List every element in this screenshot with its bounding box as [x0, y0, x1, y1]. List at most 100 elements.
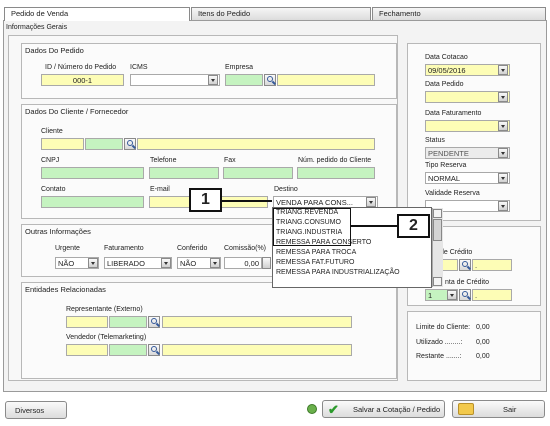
destino-dropdown-button[interactable] [366, 197, 376, 207]
icms-dropdown-button[interactable] [208, 75, 218, 85]
scroll-thumb[interactable] [433, 219, 442, 241]
contato-label: Contato [41, 186, 66, 193]
scroll-up-button[interactable] [433, 209, 442, 218]
conta-credito-name-field[interactable]: . [472, 289, 512, 301]
comissao-label: Comissão(%) [224, 245, 267, 252]
email-label: E-mail [150, 186, 170, 193]
salvar-label: Salvar a Cotação / Pedido [353, 405, 441, 414]
callout-2-line [351, 225, 397, 227]
tab-fechamento[interactable]: Fechamento [372, 7, 546, 20]
icms-label: ICMS [130, 64, 148, 71]
conta-credito-search-icon[interactable] [459, 289, 471, 301]
info-gerais-label: Informações Gerais [6, 24, 68, 31]
num-pedido-field[interactable] [297, 167, 375, 179]
diversos-label: Diversos [15, 406, 45, 415]
outras-title: Outras Informações [25, 227, 91, 236]
data-pedido-label: Data Pedido [425, 81, 464, 88]
vendedor-code2-field[interactable] [109, 344, 147, 356]
callout-1: 1 [189, 188, 222, 212]
data-pedido-dropdown-button[interactable] [498, 92, 508, 102]
destino-option[interactable]: REMESSA PARA TROCA [273, 248, 431, 258]
urgente-label: Urgente [55, 245, 80, 252]
entidades-section: Entidades Relacionadas [21, 282, 397, 379]
cliente-code2-field[interactable] [85, 138, 123, 150]
conferido-label: Conferido [177, 245, 208, 252]
telefone-field[interactable] [149, 167, 219, 179]
utilizado-label: Utilizado ........: [416, 339, 463, 346]
comissao-spinner[interactable] [262, 257, 271, 269]
callout-2: 2 [397, 214, 430, 238]
validade-dropdown-button[interactable] [498, 201, 508, 211]
empresa-code-field[interactable] [225, 74, 263, 86]
representante-label: Representante (Externo) [66, 306, 143, 313]
vendedor-search-icon[interactable] [148, 344, 160, 356]
id-label: ID / Número do Pedido [45, 64, 117, 71]
telefone-label: Telefone [150, 157, 177, 164]
cliente-label: Cliente [41, 128, 63, 135]
tab-pedido-de-venda[interactable]: Pedido de Venda [4, 7, 190, 21]
vendedor-code-field[interactable] [66, 344, 108, 356]
limite-value: 0,00 [476, 324, 490, 331]
credito-label: de Crédito [440, 249, 473, 256]
representante-search-icon[interactable] [148, 316, 160, 328]
conta-credito-dropdown-button[interactable] [447, 290, 457, 300]
limite-label: Limite do Cliente: [416, 324, 471, 331]
representante-code-field[interactable] [66, 316, 108, 328]
salvar-button[interactable]: ✔ Salvar a Cotação / Pedido [322, 400, 445, 418]
empresa-label: Empresa [225, 64, 254, 71]
num-pedido-label: Núm. pedido do Cliente [298, 157, 372, 164]
credito-name-field[interactable]: . [472, 259, 512, 271]
destino-label: Destino [274, 186, 298, 193]
callout-1-line [222, 200, 272, 202]
sair-button[interactable]: Sair [452, 400, 545, 418]
status-label: Status [425, 137, 445, 144]
empresa-search-icon[interactable] [264, 74, 276, 86]
tipo-reserva-label: Tipo Reserva [425, 162, 467, 169]
cliente-code-field[interactable] [41, 138, 84, 150]
vendedor-name-field[interactable] [162, 344, 352, 356]
data-faturamento-label: Data Faturamento [425, 110, 482, 117]
id-field[interactable]: 000-1 [41, 74, 124, 86]
limite-panel [407, 311, 541, 381]
utilizado-value: 0,00 [476, 339, 490, 346]
comissao-field[interactable]: 0,00 [224, 257, 262, 269]
help-icon[interactable] [307, 404, 317, 414]
entidades-title: Entidades Relacionadas [25, 285, 106, 294]
restante-label: Restante .......: [416, 353, 462, 360]
faturamento-label: Faturamento [104, 245, 144, 252]
sair-label: Sair [503, 405, 517, 414]
faturamento-dropdown-button[interactable] [161, 258, 171, 268]
dados-pedido-title: Dados Do Pedido [25, 46, 84, 55]
cliente-search-icon[interactable] [124, 138, 136, 150]
tab-itens-do-pedido[interactable]: Itens do Pedido [191, 7, 371, 20]
credito-search-icon[interactable] [459, 259, 471, 271]
data-faturamento-dropdown-button[interactable] [498, 121, 508, 131]
fax-label: Fax [224, 157, 236, 164]
tipo-reserva-dropdown-button[interactable] [498, 173, 508, 183]
empresa-name-field[interactable] [277, 74, 375, 86]
cnpj-label: CNPJ [41, 157, 60, 164]
check-icon: ✔ [328, 402, 339, 417]
restante-value: 0,00 [476, 353, 490, 360]
cnpj-field[interactable] [41, 167, 144, 179]
data-cotacao-dropdown-button[interactable] [498, 65, 508, 75]
data-cotacao-label: Data Cotacao [425, 54, 468, 61]
icms-select[interactable] [130, 74, 220, 86]
representante-code2-field[interactable] [109, 316, 147, 328]
validade-label: Validade Reserva [425, 190, 480, 197]
urgente-dropdown-button[interactable] [88, 258, 98, 268]
conferido-dropdown-button[interactable] [210, 258, 220, 268]
representante-name-field[interactable] [162, 316, 352, 328]
exit-icon [458, 403, 474, 415]
conta-credito-label: nta de Crédito [445, 279, 489, 286]
fax-field[interactable] [223, 167, 293, 179]
scroll-down-button[interactable] [433, 277, 442, 286]
cliente-name-field[interactable] [137, 138, 375, 150]
status-dropdown-button [498, 148, 508, 158]
diversos-button[interactable]: Diversos [5, 401, 67, 419]
dados-pedido-section: Dados Do Pedido [21, 43, 397, 99]
contato-field[interactable] [41, 196, 144, 208]
vendedor-label: Vendedor (Telemarketing) [66, 334, 147, 341]
destino-option[interactable]: REMESSA PARA INDUSTRIALIZAÇÃO [273, 268, 431, 278]
destino-option[interactable]: REMESSA FAT.FUTURO [273, 258, 431, 268]
